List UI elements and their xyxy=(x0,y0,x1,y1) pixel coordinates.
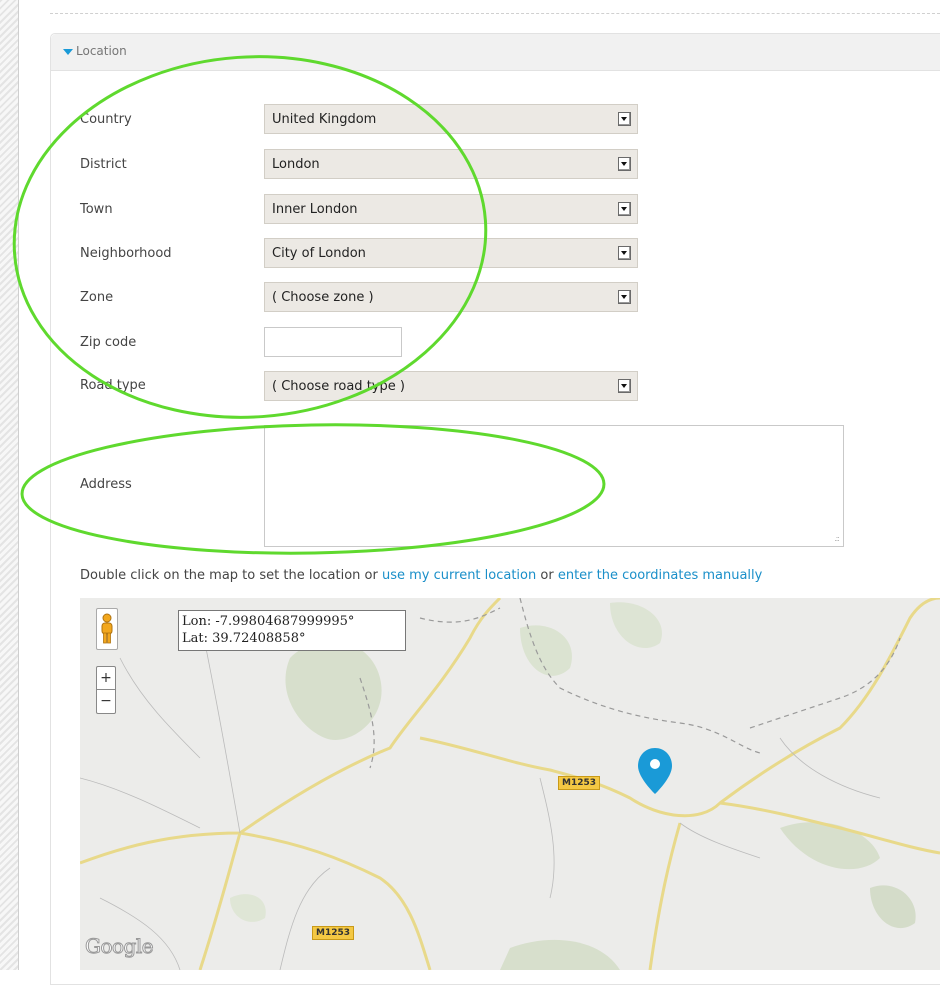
map-terrain xyxy=(80,598,940,970)
dropdown-arrow-icon[interactable] xyxy=(618,157,631,171)
road-type-label: Road type xyxy=(80,378,146,393)
zoom-control: + − xyxy=(96,666,116,714)
zone-value: ( Choose zone ) xyxy=(272,290,374,305)
panel-title: Location xyxy=(76,44,127,58)
street-view-pegman-icon[interactable] xyxy=(96,608,118,650)
town-select[interactable]: Inner London xyxy=(264,194,638,224)
coordinates-readout: Lon: -7.99804687999995° Lat: 39.72408858… xyxy=(178,610,406,651)
zoom-in-button[interactable]: + xyxy=(97,667,115,690)
dropdown-arrow-icon[interactable] xyxy=(618,290,631,304)
address-textarea[interactable]: .:: xyxy=(264,425,844,547)
road-label-m1253: M1253 xyxy=(312,926,355,940)
resize-grip-icon[interactable]: .:: xyxy=(834,534,840,543)
location-panel-header[interactable]: Location xyxy=(51,34,940,71)
town-value: Inner London xyxy=(272,202,358,217)
collapse-triangle-icon[interactable] xyxy=(63,49,73,55)
address-label: Address xyxy=(80,477,132,492)
hint-middle: or xyxy=(540,568,554,583)
zone-select[interactable]: ( Choose zone ) xyxy=(264,282,638,312)
use-current-location-link[interactable]: use my current location xyxy=(382,568,536,583)
latitude-readout: Lat: 39.72408858° xyxy=(182,631,306,646)
neighborhood-label: Neighborhood xyxy=(80,246,172,261)
location-map[interactable]: M1253 M1253 + − Lon: -7.99804687999995° … xyxy=(80,598,940,970)
neighborhood-select[interactable]: City of London xyxy=(264,238,638,268)
road-label-m1253: M1253 xyxy=(558,776,601,790)
zoom-out-button[interactable]: − xyxy=(97,690,115,712)
dropdown-arrow-icon[interactable] xyxy=(618,112,631,126)
zip-code-input[interactable] xyxy=(264,327,402,357)
enter-coordinates-link[interactable]: enter the coordinates manually xyxy=(558,568,763,583)
road-type-value: ( Choose road type ) xyxy=(272,379,405,394)
country-select[interactable]: United Kingdom xyxy=(264,104,638,134)
map-hint: Double click on the map to set the locat… xyxy=(80,568,762,583)
longitude-readout: Lon: -7.99804687999995° xyxy=(182,614,355,629)
neighborhood-value: City of London xyxy=(272,246,366,261)
dropdown-arrow-icon[interactable] xyxy=(618,202,631,216)
top-divider xyxy=(50,13,940,14)
dropdown-arrow-icon[interactable] xyxy=(618,379,631,393)
country-value: United Kingdom xyxy=(272,112,377,127)
dropdown-arrow-icon[interactable] xyxy=(618,246,631,260)
left-decorative-stripe xyxy=(0,0,19,970)
district-label: District xyxy=(80,157,127,172)
google-logo: Google xyxy=(84,934,154,959)
district-select[interactable]: London xyxy=(264,149,638,179)
zone-label: Zone xyxy=(80,290,114,305)
hint-prefix: Double click on the map to set the locat… xyxy=(80,568,378,583)
town-label: Town xyxy=(80,202,113,217)
zip-code-label: Zip code xyxy=(80,335,137,350)
road-type-select[interactable]: ( Choose road type ) xyxy=(264,371,638,401)
district-value: London xyxy=(272,157,320,172)
country-label: Country xyxy=(80,112,132,127)
